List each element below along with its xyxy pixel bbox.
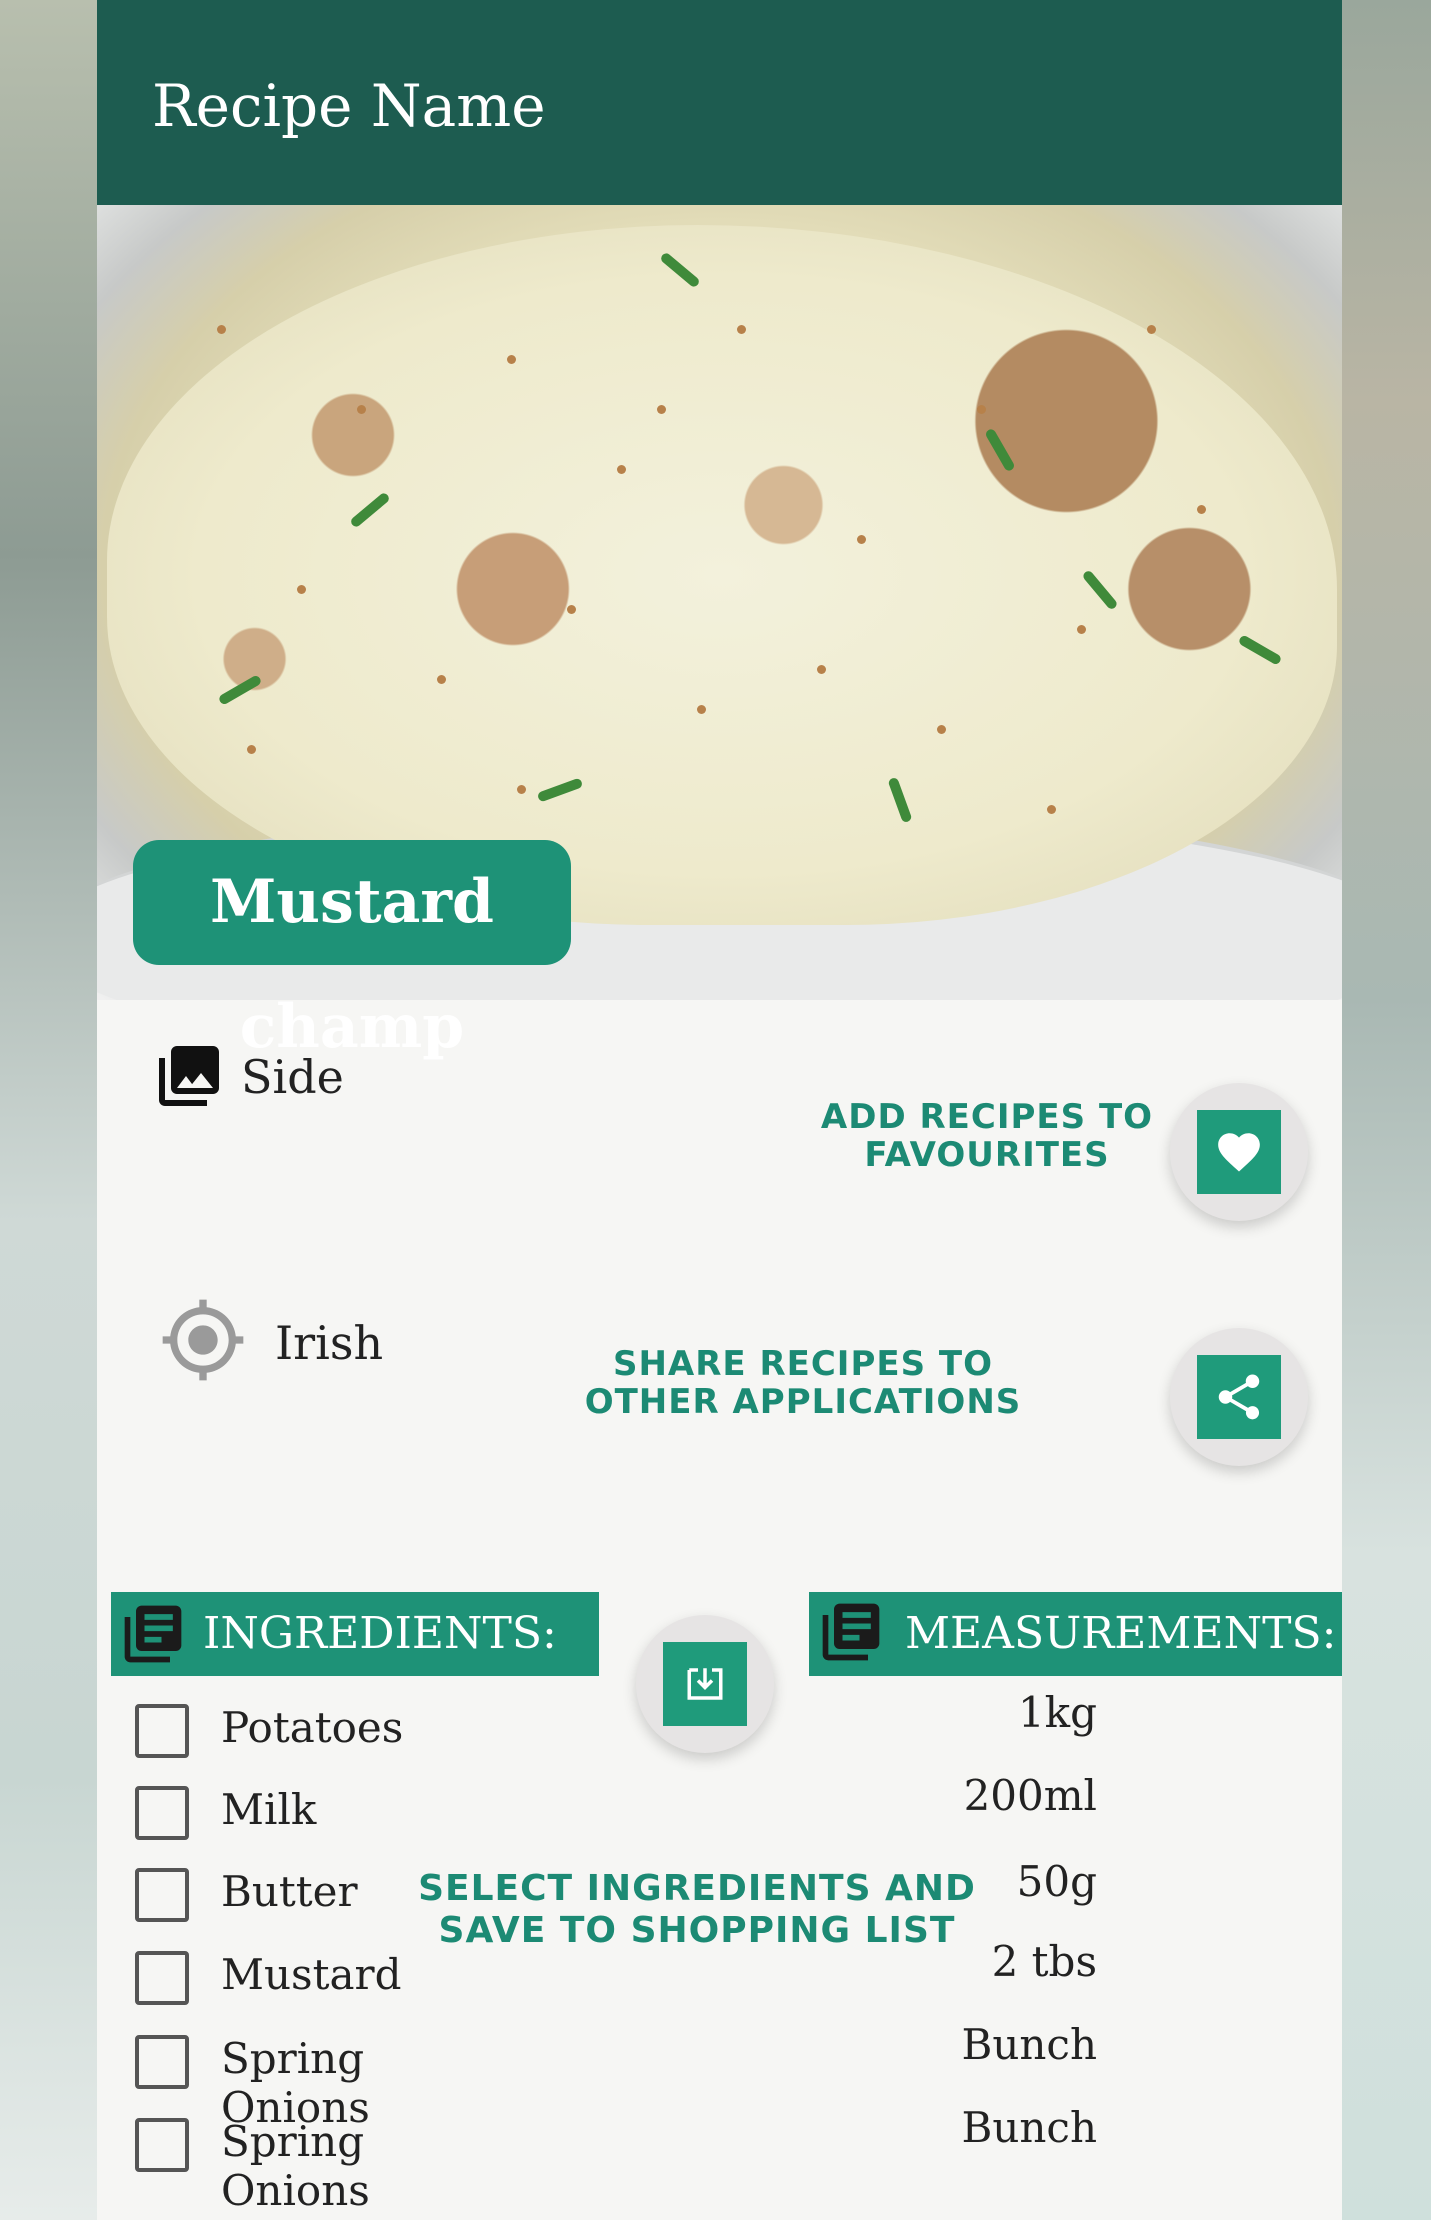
ingredient-label: Mustard [221,1950,402,1999]
ingredient-checkbox[interactable] [135,2035,189,2089]
favourite-button[interactable] [1170,1083,1308,1221]
ingredients-header-label: INGREDIENTS: [203,1608,557,1659]
measurements-header: MEASUREMENTS: [809,1592,1342,1676]
app-bar: Recipe Name [97,0,1342,205]
phone-screen: Recipe Name Mustard champ Side Irish ADD… [97,0,1342,2220]
list-icon [117,1600,189,1696]
app-bar-title: Recipe Name [152,72,546,140]
heart-icon [1214,1127,1264,1181]
ingredient-checkbox[interactable] [135,1786,189,1840]
ingredient-checkbox[interactable] [135,1704,189,1758]
share-button[interactable] [1170,1328,1308,1466]
recipe-name-badge: Mustard champ [133,840,571,1062]
ingredient-checkbox[interactable] [135,1868,189,1922]
ingredient-checkbox[interactable] [135,2118,189,2172]
background-left [0,0,97,2220]
share-icon [1212,1370,1266,1428]
ingredient-label: Potatoes [221,1703,404,1752]
measurement-value: Bunch [961,2103,1097,2152]
measurement-value: Bunch [961,2020,1097,2069]
measurement-value: 2 tbs [991,1937,1097,1986]
measurements-header-label: MEASUREMENTS: [905,1608,1337,1659]
gallery-icon [153,1040,225,1116]
ingredient-label: Butter [221,1867,358,1916]
measurement-value: 1kg [1017,1688,1097,1737]
crosshair-icon [159,1296,247,1388]
list-icon [815,1598,887,1694]
share-hint: SHARE RECIPES TO OTHER APPLICATIONS [584,1344,1022,1422]
measurement-value: 50g [1016,1857,1097,1906]
ingredient-label: Spring Onions [221,2117,370,2215]
recipe-area: Irish [275,1316,384,1370]
ingredient-label: Milk [221,1785,317,1834]
measurement-value: 200ml [963,1771,1097,1820]
ingredient-checkbox[interactable] [135,1951,189,2005]
recipe-category: Side [241,1050,344,1104]
background-right [1342,0,1431,2220]
ingredients-header: INGREDIENTS: [111,1592,599,1676]
